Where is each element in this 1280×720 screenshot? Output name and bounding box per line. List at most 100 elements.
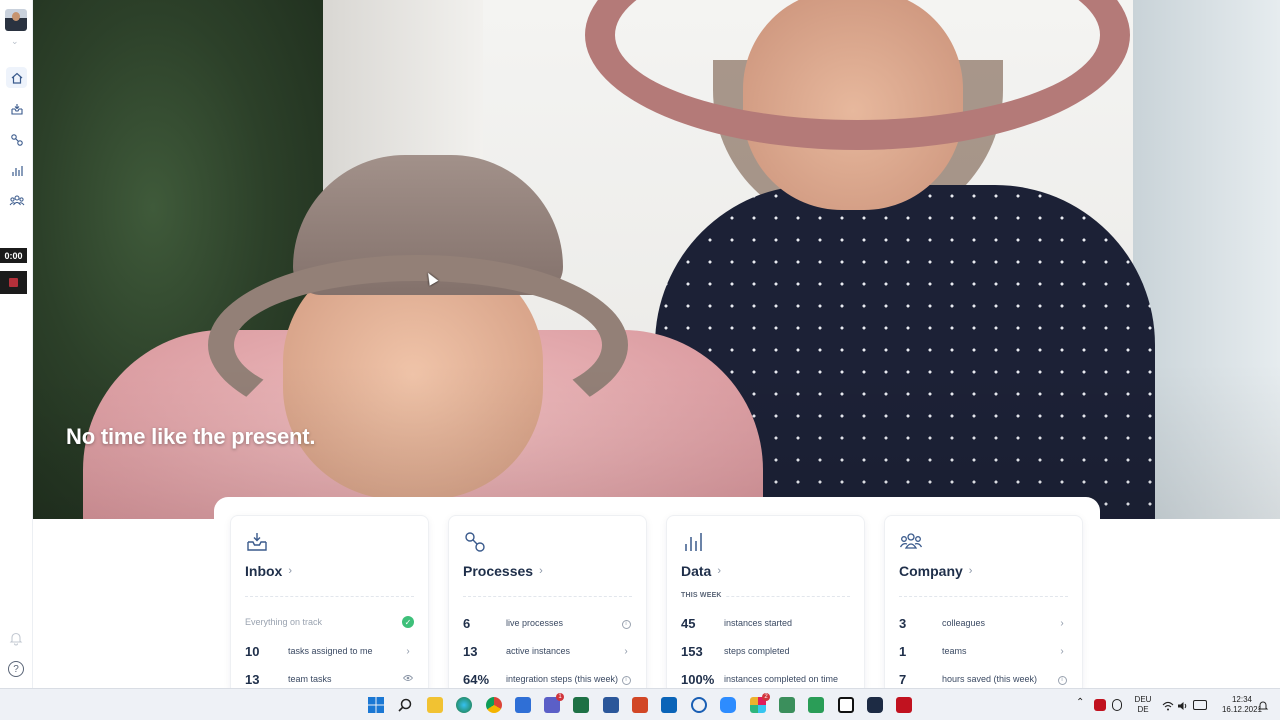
word-icon[interactable] bbox=[603, 697, 619, 713]
chevron-right-icon: › bbox=[288, 565, 293, 577]
powerpoint-icon[interactable] bbox=[632, 697, 648, 713]
processes-icon[interactable] bbox=[6, 129, 27, 150]
stat-number: 64% bbox=[463, 671, 490, 687]
data-card[interactable]: Data › THIS WEEK 45 instances started 15… bbox=[666, 515, 865, 695]
stat-row[interactable]: 13 team tasks bbox=[245, 671, 414, 687]
home-icon[interactable] bbox=[6, 67, 27, 88]
search-icon[interactable] bbox=[397, 697, 413, 713]
notifications-icon[interactable] bbox=[1257, 699, 1269, 711]
stat-label: instances completed on time bbox=[724, 674, 839, 684]
excel-icon[interactable] bbox=[573, 697, 589, 713]
language-indicator[interactable]: DEU DE bbox=[1132, 695, 1154, 715]
info-icon[interactable]: i bbox=[1056, 673, 1068, 685]
chevron-right-icon: › bbox=[717, 565, 722, 577]
stat-row[interactable]: 6 live processes i bbox=[463, 615, 632, 631]
left-rail: ⌄ 0:00 ? bbox=[0, 0, 33, 688]
volume-icon[interactable] bbox=[1177, 699, 1189, 711]
divider bbox=[245, 596, 414, 597]
stat-label: integration steps (this week) bbox=[506, 674, 619, 684]
file-explorer-icon[interactable] bbox=[427, 697, 443, 713]
stat-row: 45 instances started bbox=[681, 615, 850, 631]
chrome-icon[interactable] bbox=[486, 697, 502, 713]
notion-icon[interactable] bbox=[838, 697, 854, 713]
hero-headline: No time like the present. bbox=[66, 424, 316, 449]
stat-number: 1 bbox=[899, 643, 907, 659]
teams-icon[interactable]: 1 bbox=[544, 693, 564, 713]
inbox-status: Everything on track bbox=[245, 617, 323, 627]
stat-row[interactable]: 10 tasks assigned to me › bbox=[245, 643, 414, 659]
period-label: THIS WEEK bbox=[681, 592, 726, 599]
chevron-up-icon[interactable]: ⌃ bbox=[1076, 698, 1084, 708]
processes-card[interactable]: Processes › 6 live processes i 13 active… bbox=[448, 515, 647, 695]
wifi-icon[interactable] bbox=[1162, 699, 1174, 711]
stat-row[interactable]: 3 colleagues › bbox=[899, 615, 1068, 631]
data-title-link[interactable]: Data › bbox=[681, 563, 721, 579]
stat-label: tasks assigned to me bbox=[288, 646, 373, 656]
stat-number: 10 bbox=[245, 643, 260, 659]
processes-icon bbox=[463, 530, 487, 554]
processes-title-link[interactable]: Processes › bbox=[463, 563, 543, 579]
stat-number: 153 bbox=[681, 643, 703, 659]
stat-number: 3 bbox=[899, 615, 907, 631]
stop-recording-button[interactable] bbox=[0, 271, 27, 294]
stat-label: colleagues bbox=[942, 618, 986, 628]
company-card[interactable]: Company › 3 colleagues › 1 teams › 7 hou… bbox=[884, 515, 1083, 695]
edge-icon[interactable] bbox=[456, 697, 472, 713]
stat-row[interactable]: 64% integration steps (this week) i bbox=[463, 671, 632, 687]
chevron-right-icon[interactable]: › bbox=[1056, 646, 1068, 657]
1password-icon[interactable] bbox=[691, 697, 707, 713]
chevron-down-icon[interactable]: ⌄ bbox=[11, 36, 19, 47]
info-icon[interactable]: i bbox=[620, 673, 632, 685]
card-title: Company bbox=[899, 563, 963, 579]
eye-icon[interactable] bbox=[402, 674, 414, 685]
inbox-card[interactable]: Inbox › Everything on track ✓ 10 tasks a… bbox=[230, 515, 429, 695]
chevron-right-icon: › bbox=[968, 565, 973, 577]
hero-image: No time like the present. bbox=[33, 0, 1280, 519]
recording-timer: 0:00 bbox=[0, 248, 27, 263]
microphone-icon[interactable] bbox=[1112, 699, 1122, 711]
stat-label: active instances bbox=[506, 646, 571, 656]
outlook-icon[interactable] bbox=[661, 697, 677, 713]
stat-row[interactable]: 1 teams › bbox=[899, 643, 1068, 659]
inbox-icon[interactable] bbox=[6, 98, 27, 119]
data-icon[interactable] bbox=[6, 160, 27, 181]
tray-app-icon[interactable] bbox=[1094, 699, 1106, 711]
bell-icon[interactable] bbox=[8, 630, 24, 651]
windows-taskbar: 1 2 ⌃ DEU DE 12:34 16.12.2021 bbox=[0, 688, 1280, 720]
stat-row: 100% instances completed on time bbox=[681, 671, 850, 687]
inbox-title-link[interactable]: Inbox › bbox=[245, 563, 292, 579]
company-title-link[interactable]: Company › bbox=[899, 563, 972, 579]
zoom-icon[interactable] bbox=[720, 697, 736, 713]
stat-number: 13 bbox=[245, 671, 260, 687]
slack-icon[interactable]: 2 bbox=[750, 693, 770, 713]
notepad-icon[interactable] bbox=[779, 697, 795, 713]
data-icon bbox=[681, 530, 705, 554]
app-icon[interactable] bbox=[867, 697, 883, 713]
chevron-right-icon[interactable]: › bbox=[402, 646, 414, 657]
stat-number: 6 bbox=[463, 615, 471, 631]
notification-badge: 1 bbox=[556, 693, 564, 701]
stat-number: 100% bbox=[681, 671, 715, 687]
card-title: Data bbox=[681, 563, 712, 579]
chevron-right-icon[interactable]: › bbox=[620, 646, 632, 657]
chevron-right-icon[interactable]: › bbox=[1056, 618, 1068, 629]
notification-badge: 2 bbox=[762, 693, 770, 701]
meet-icon[interactable] bbox=[808, 697, 824, 713]
inbox-icon bbox=[245, 530, 269, 554]
stat-label: steps completed bbox=[724, 646, 790, 656]
info-icon[interactable]: i bbox=[620, 617, 632, 629]
company-icon[interactable] bbox=[6, 190, 27, 211]
stat-label: teams bbox=[942, 646, 967, 656]
check-circle-icon: ✓ bbox=[402, 616, 414, 628]
azure-icon[interactable] bbox=[515, 697, 531, 713]
acrobat-icon[interactable] bbox=[896, 697, 912, 713]
stat-row[interactable]: 7 hours saved (this week) i bbox=[899, 671, 1068, 687]
help-icon[interactable]: ? bbox=[8, 661, 24, 677]
stat-row: 153 steps completed bbox=[681, 643, 850, 659]
user-avatar[interactable] bbox=[5, 9, 27, 31]
divider bbox=[463, 596, 632, 597]
windows-start-icon[interactable] bbox=[368, 697, 384, 713]
stat-row[interactable]: 13 active instances › bbox=[463, 643, 632, 659]
battery-icon[interactable] bbox=[1193, 700, 1207, 710]
company-icon bbox=[899, 530, 923, 554]
